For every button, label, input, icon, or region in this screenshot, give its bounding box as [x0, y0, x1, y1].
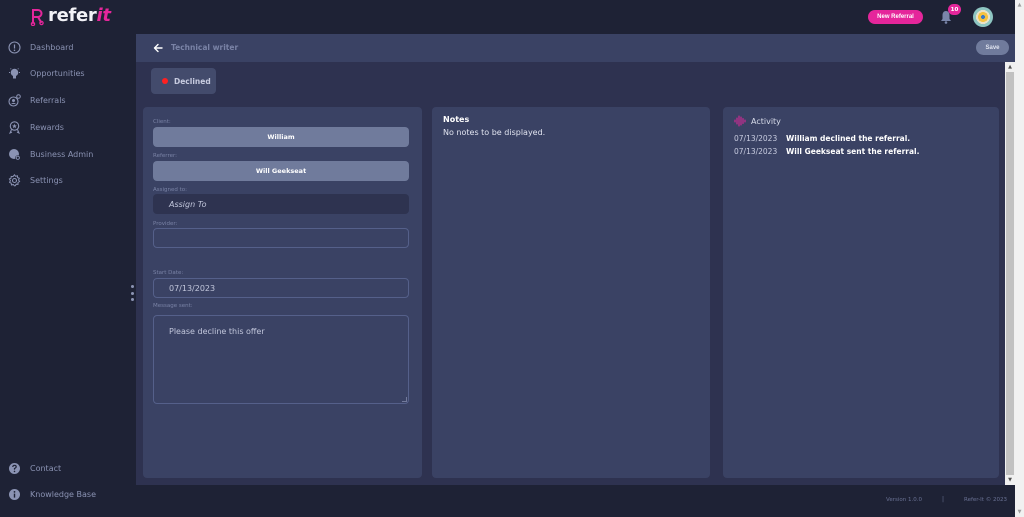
referrals-icon — [8, 93, 21, 107]
sidebar-item-referrals[interactable]: Referrals — [8, 92, 66, 108]
activity-entry: 07/13/2023 William declined the referral… — [734, 134, 910, 143]
referrer-field: Will Geekseat — [153, 161, 409, 181]
provider-field[interactable] — [153, 228, 409, 248]
status-badge: Declined — [151, 68, 216, 94]
logo-mark-icon — [30, 8, 44, 26]
activity-entry: 07/13/2023 Will Geekseat sent the referr… — [734, 147, 919, 156]
referral-details-card: Client: William Referrer: Will Geekseat … — [143, 107, 422, 478]
scroll-up-icon[interactable]: ▲ — [1015, 0, 1024, 10]
page-scrollbar[interactable]: ▲ ▼ — [1015, 0, 1024, 517]
sidebar-item-label: Settings — [30, 175, 63, 185]
sidebar-item-knowledge-base[interactable]: Knowledge Base — [8, 486, 96, 502]
assigned-to-label: Assigned to: — [153, 187, 187, 193]
activity-text: William declined the referral. — [786, 134, 911, 143]
sidebar-resize-handle[interactable] — [130, 285, 134, 301]
sidebar-item-label: Business Admin — [30, 149, 94, 159]
activity-date: 07/13/2023 — [734, 134, 778, 143]
sidebar-item-contact[interactable]: Contact — [8, 460, 61, 476]
sidebar-item-label: Contact — [30, 463, 62, 473]
footer-copyright: Refer-It © 2023 — [964, 497, 1007, 503]
notes-title: Notes — [443, 115, 470, 124]
message-label: Message sent: — [153, 303, 193, 309]
start-date-label: Start Date: — [153, 270, 184, 276]
main-content: Technical writer Save Declined Client: W… — [136, 34, 1015, 485]
status-label: Declined — [174, 76, 211, 86]
message-textarea[interactable]: Please decline this offer — [153, 315, 409, 404]
sidebar-item-label: Rewards — [30, 122, 64, 132]
activity-date: 07/13/2023 — [734, 147, 778, 156]
sidebar-item-rewards[interactable]: Rewards — [8, 119, 64, 135]
brand-main: refer — [48, 5, 97, 26]
question-icon — [8, 462, 21, 475]
activity-card: Activity 07/13/2023 William declined the… — [723, 107, 999, 478]
sidebar-item-label: Dashboard — [30, 42, 74, 52]
sidebar-item-business-admin[interactable]: Business Admin — [8, 146, 93, 162]
lightbulb-icon — [8, 67, 21, 80]
activity-header: Activity — [734, 115, 781, 127]
footer-version: Version 1.0.0 — [886, 497, 922, 503]
resize-grip-icon[interactable] — [402, 397, 407, 402]
scrollbar-thumb[interactable] — [1006, 72, 1014, 475]
notes-empty-text: No notes to be displayed. — [443, 128, 546, 137]
activity-waveform-icon — [734, 115, 746, 127]
sidebar-item-label: Referrals — [30, 95, 66, 105]
assign-to-select[interactable]: Assign To — [153, 194, 409, 214]
message-text: Please decline this offer — [169, 327, 265, 336]
sidebar-item-dashboard[interactable]: Dashboard — [8, 39, 73, 55]
new-referral-button[interactable]: New Referral — [868, 10, 923, 24]
provider-label: Provider: — [153, 221, 178, 227]
status-dot-icon — [162, 78, 168, 84]
footer-separator: | — [942, 496, 945, 503]
client-field: William — [153, 127, 409, 147]
scroll-down-icon[interactable]: ▼ — [1015, 507, 1024, 517]
content-scrollbar[interactable]: ▲ ▼ — [1005, 62, 1015, 485]
brand-accent: it — [96, 5, 111, 26]
info-icon — [8, 488, 21, 501]
sidebar: Dashboard Opportunities Referrals Reward… — [0, 34, 136, 517]
business-admin-icon — [8, 148, 21, 161]
sidebar-item-settings[interactable]: Settings — [8, 172, 63, 188]
page-title: Technical writer — [171, 43, 239, 52]
top-bar: referit New Referral 10 — [0, 0, 1015, 34]
client-label: Client: — [153, 119, 171, 125]
gear-icon — [8, 173, 21, 187]
back-arrow-icon[interactable] — [152, 42, 164, 54]
sidebar-item-label: Knowledge Base — [30, 489, 96, 499]
sidebar-item-opportunities[interactable]: Opportunities — [8, 65, 85, 81]
notification-badge: 10 — [948, 4, 961, 15]
brand-name: referit — [48, 5, 111, 26]
activity-text: Will Geekseat sent the referral. — [786, 147, 920, 156]
notes-card: Notes No notes to be displayed. — [432, 107, 710, 478]
referrer-label: Referrer: — [153, 153, 177, 159]
award-icon — [8, 120, 21, 134]
logo[interactable]: referit — [30, 5, 111, 26]
sidebar-item-label: Opportunities — [30, 68, 85, 78]
scroll-up-icon[interactable]: ▲ — [1005, 62, 1015, 72]
dashboard-icon — [8, 40, 21, 54]
page-header: Technical writer Save — [136, 34, 1015, 62]
user-avatar[interactable] — [973, 7, 993, 27]
start-date-field[interactable]: 07/13/2023 — [153, 278, 409, 298]
save-button[interactable]: Save — [976, 40, 1009, 55]
activity-title: Activity — [751, 116, 781, 126]
scroll-down-icon[interactable]: ▼ — [1005, 475, 1015, 485]
